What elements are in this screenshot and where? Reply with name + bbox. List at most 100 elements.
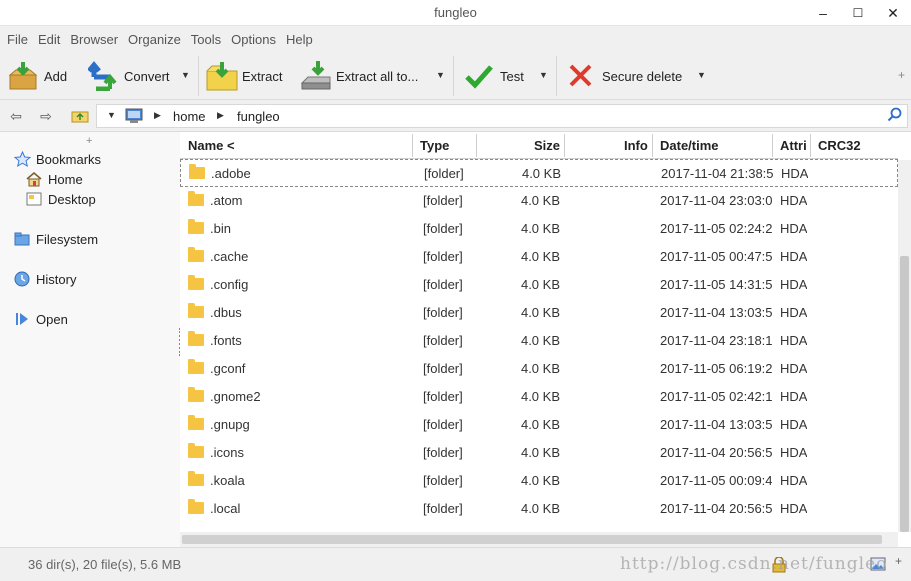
- add-button[interactable]: Add: [8, 58, 67, 94]
- forward-arrow-icon[interactable]: ⇨: [36, 106, 56, 126]
- column-type[interactable]: Type: [420, 132, 449, 159]
- folder-icon: [188, 471, 204, 486]
- file-date: 2017-11-05 00:47:59: [660, 249, 772, 264]
- test-dropdown[interactable]: ▼: [539, 70, 548, 80]
- secure-delete-dropdown[interactable]: ▼: [697, 70, 706, 80]
- status-summary: 36 dir(s), 20 file(s), 5.6 MB: [28, 557, 182, 572]
- column-info[interactable]: Info: [624, 132, 648, 159]
- menu-tools[interactable]: Tools: [186, 32, 226, 47]
- file-date: 2017-11-04 21:38:54: [661, 166, 773, 181]
- sidebar-item-history[interactable]: History: [14, 271, 76, 287]
- extract-all-button[interactable]: Extract all to...: [300, 58, 418, 94]
- menu-organize[interactable]: Organize: [123, 32, 186, 47]
- sidebar-item-desktop[interactable]: Desktop: [26, 191, 96, 207]
- file-type: [folder]: [423, 249, 463, 264]
- file-name: .gnupg: [210, 417, 250, 432]
- file-size: 4.0 KB: [521, 166, 561, 181]
- file-attributes: HDA: [780, 221, 808, 236]
- file-type: [folder]: [423, 277, 463, 292]
- extract-icon: [206, 61, 238, 91]
- table-row[interactable]: .config [folder] 4.0 KB 2017-11-05 14:31:58…: [180, 271, 898, 299]
- scrollbar-thumb[interactable]: [182, 535, 882, 544]
- path-field[interactable]: ▼ ▶ home ▶ fungleo: [96, 104, 908, 128]
- horizontal-scrollbar[interactable]: [180, 532, 898, 547]
- convert-dropdown[interactable]: ▼: [181, 70, 190, 80]
- extract-button[interactable]: Extract: [206, 58, 282, 94]
- convert-icon: [87, 61, 118, 92]
- file-type: [folder]: [423, 445, 463, 460]
- file-attributes: HDA: [780, 501, 808, 516]
- file-date: 2017-11-05 00:09:42: [660, 473, 772, 488]
- file-date: 2017-11-05 14:31:58: [660, 277, 772, 292]
- column-date[interactable]: Date/time: [660, 132, 719, 159]
- search-icon[interactable]: [887, 107, 903, 126]
- file-date: 2017-11-04 20:56:59: [660, 501, 772, 516]
- column-divider: [476, 134, 477, 157]
- test-button[interactable]: Test: [464, 58, 524, 94]
- scrollbar-thumb[interactable]: [900, 256, 909, 532]
- table-row[interactable]: .cache [folder] 4.0 KB 2017-11-05 00:47:59 H…: [180, 243, 898, 271]
- extract-all-dropdown[interactable]: ▼: [436, 70, 445, 80]
- path-dropdown[interactable]: ▼: [107, 110, 116, 120]
- file-size: 4.0 KB: [520, 333, 560, 348]
- table-row[interactable]: .gnupg [folder] 4.0 KB 2017-11-04 13:03:56 H…: [180, 411, 898, 439]
- sidebar-add-button[interactable]: +: [86, 135, 92, 147]
- table-row[interactable]: .koala [folder] 4.0 KB 2017-11-05 00:09:42 H…: [180, 467, 898, 495]
- folder-icon: [189, 164, 205, 179]
- column-attributes[interactable]: Attri: [780, 132, 807, 159]
- column-divider: [810, 134, 811, 157]
- close-button[interactable]: ✕: [878, 0, 908, 26]
- folder-icon: [188, 219, 204, 234]
- menu-options[interactable]: Options: [226, 32, 281, 47]
- folder-icon: [188, 247, 204, 262]
- vertical-scrollbar[interactable]: [898, 160, 911, 532]
- parent-folder-icon[interactable]: [70, 106, 90, 126]
- column-divider: [412, 134, 413, 157]
- secure-delete-button[interactable]: Secure delete: [566, 58, 682, 94]
- menu-browser[interactable]: Browser: [65, 32, 123, 47]
- sidebar-item-open[interactable]: Open: [14, 311, 68, 327]
- table-row[interactable]: .icons [folder] 4.0 KB 2017-11-04 20:56:59 H…: [180, 439, 898, 467]
- secure-delete-label: Secure delete: [602, 68, 683, 84]
- table-row[interactable]: .local [folder] 4.0 KB 2017-11-04 20:56:59 H…: [180, 495, 898, 523]
- minimize-button[interactable]: –: [808, 0, 838, 26]
- menu-help[interactable]: Help: [281, 32, 318, 47]
- file-type: [folder]: [423, 501, 463, 516]
- maximize-button[interactable]: ☐: [843, 0, 873, 26]
- sidebar-item-home[interactable]: Home: [26, 171, 83, 187]
- computer-icon: [125, 108, 143, 127]
- menu-edit[interactable]: Edit: [33, 32, 65, 47]
- table-row[interactable]: .gnome2 [folder] 4.0 KB 2017-11-05 02:42:17…: [180, 383, 898, 411]
- table-row[interactable]: .dbus [folder] 4.0 KB 2017-11-04 13:03:56 HD…: [180, 299, 898, 327]
- toolbar-add-button[interactable]: +: [898, 68, 905, 82]
- file-attributes: HDA: [780, 417, 808, 432]
- crumb-fungleo[interactable]: fungleo: [237, 109, 280, 124]
- column-crc32[interactable]: CRC32: [818, 132, 861, 159]
- table-row[interactable]: .gconf [folder] 4.0 KB 2017-11-05 06:19:27 H…: [180, 355, 898, 383]
- menu-file[interactable]: File: [2, 32, 33, 47]
- statusbar-add-button[interactable]: +: [895, 554, 902, 568]
- file-name: .local: [210, 501, 241, 516]
- file-type: [folder]: [423, 333, 463, 348]
- table-row[interactable]: .bin [folder] 4.0 KB 2017-11-05 02:24:28 HDA: [180, 215, 898, 243]
- table-row[interactable]: .adobe [folder] 4.0 KB 2017-11-04 21:38:54 H…: [180, 159, 898, 187]
- folder-icon: [188, 499, 204, 514]
- column-name[interactable]: Name <: [188, 132, 235, 159]
- file-size: 4.0 KB: [520, 249, 560, 264]
- column-header: Name < Type Size Info Date/time Attri CR…: [180, 132, 898, 159]
- convert-button[interactable]: Convert: [87, 58, 170, 94]
- file-date: 2017-11-05 06:19:27: [660, 361, 772, 376]
- toolbar-separator: [453, 56, 454, 96]
- window-title: fungleo: [434, 5, 477, 20]
- table-row[interactable]: .fonts [folder] 4.0 KB 2017-11-04 23:18:14 H…: [180, 327, 898, 355]
- file-attributes: HDA: [780, 305, 808, 320]
- sidebar-item-bookmarks[interactable]: Bookmarks: [13, 150, 101, 168]
- folder-icon: [188, 387, 204, 402]
- table-row[interactable]: .atom [folder] 4.0 KB 2017-11-04 23:03:00 HD…: [180, 187, 898, 215]
- back-arrow-icon[interactable]: ⇦: [6, 106, 26, 126]
- sidebar-item-filesystem[interactable]: Filesystem: [14, 231, 98, 247]
- crumb-home[interactable]: home: [173, 109, 206, 124]
- file-type: [folder]: [423, 389, 463, 404]
- column-size[interactable]: Size: [534, 132, 560, 159]
- file-name: .dbus: [210, 305, 242, 320]
